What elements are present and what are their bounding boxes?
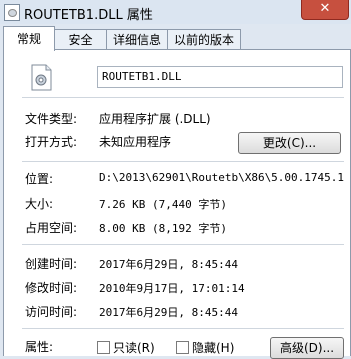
window-title: ROUTETB1.DLL 属性 bbox=[24, 8, 153, 23]
divider bbox=[22, 161, 344, 162]
created-label: 创建时间: bbox=[25, 257, 78, 271]
created-value: 2017年6月29日, 8:45:44 bbox=[99, 258, 238, 271]
size-label: 大小: bbox=[25, 197, 54, 211]
attributes-label: 属性: bbox=[25, 340, 54, 354]
open-with-value: 未知应用程序 bbox=[99, 135, 172, 149]
size-value: 7.26 KB (7,440 字节) bbox=[99, 198, 227, 211]
hidden-checkbox[interactable] bbox=[176, 341, 189, 354]
tab-previous-versions[interactable]: 以前的版本 bbox=[167, 29, 241, 50]
divider bbox=[22, 328, 344, 329]
close-button[interactable]: ✕ bbox=[301, 0, 349, 20]
advanced-button[interactable]: 高级(D)... bbox=[270, 337, 344, 359]
file-name-field[interactable]: ROUTETB1.DLL bbox=[97, 66, 343, 88]
size-on-disk-value: 8.00 KB (8,192 字节) bbox=[99, 222, 227, 235]
divider bbox=[22, 244, 344, 245]
modified-label: 修改时间: bbox=[25, 281, 78, 295]
modified-value: 2010年9月17日, 17:01:14 bbox=[99, 282, 245, 295]
accessed-value: 2017年6月29日, 8:45:44 bbox=[99, 306, 238, 319]
readonly-checkbox[interactable] bbox=[97, 341, 110, 354]
tab-details[interactable]: 详细信息 bbox=[106, 29, 168, 50]
divider bbox=[22, 97, 344, 98]
tab-security[interactable]: 安全 bbox=[54, 29, 107, 50]
location-label: 位置: bbox=[25, 172, 54, 186]
location-value: D:\2013\62901\Routetb\X86\5.00.1745.1 bbox=[99, 171, 345, 184]
general-panel: ROUTETB1.DLL 文件类型: 应用程序扩展 (.DLL) 打开方式: 未… bbox=[3, 49, 351, 359]
dll-file-icon bbox=[31, 64, 52, 91]
dll-file-icon bbox=[4, 4, 20, 21]
change-button[interactable]: 更改(C)... bbox=[238, 132, 341, 154]
size-on-disk-label: 占用空间: bbox=[25, 221, 78, 235]
tab-general[interactable]: 常规 bbox=[3, 26, 55, 51]
open-with-label: 打开方式: bbox=[25, 135, 78, 149]
tab-bar: 常规 安全 详细信息 以前的版本 bbox=[0, 24, 351, 51]
accessed-label: 访问时间: bbox=[25, 305, 78, 319]
file-name-text: ROUTETB1.DLL bbox=[102, 70, 182, 83]
title-bar: ROUTETB1.DLL 属性 ✕ bbox=[0, 0, 351, 24]
file-type-value: 应用程序扩展 (.DLL) bbox=[99, 112, 211, 126]
file-type-label: 文件类型: bbox=[25, 112, 78, 126]
readonly-label[interactable]: 只读(R) bbox=[113, 339, 155, 356]
hidden-label[interactable]: 隐藏(H) bbox=[192, 339, 234, 356]
